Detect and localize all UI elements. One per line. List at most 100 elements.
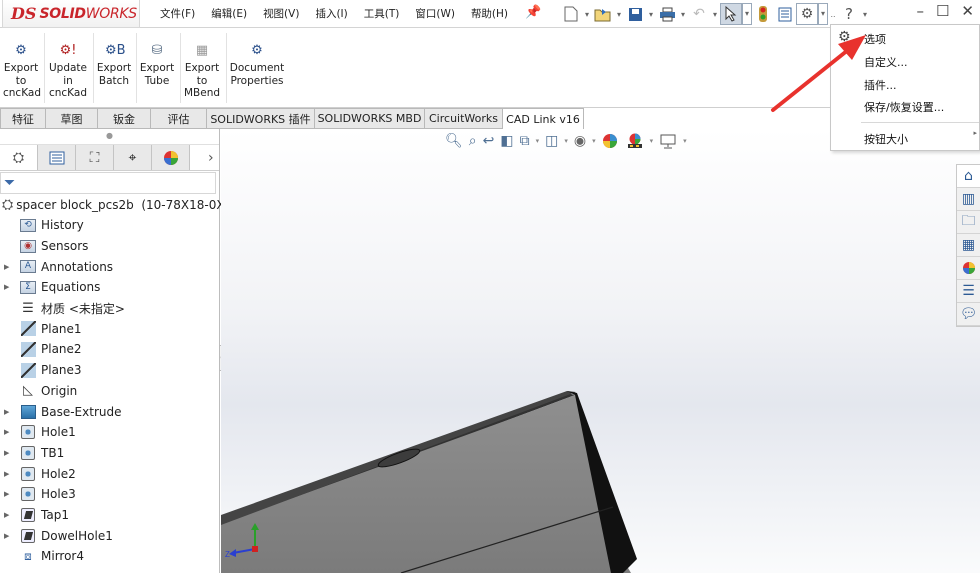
panel-grip[interactable]: ● — [0, 129, 219, 145]
file-properties-icon[interactable] — [774, 3, 796, 25]
solidworks-logo[interactable]: DS SOLIDWORKS — [2, 0, 140, 28]
more-tabs-chevron-icon[interactable]: › — [208, 150, 214, 166]
undo-dropdown[interactable]: ▾ — [710, 10, 720, 19]
tree-item-tb1[interactable]: ▶ TB1 — [0, 443, 219, 464]
tree-item-hole3[interactable]: ▶ Hole3 — [0, 484, 219, 505]
expand-arrow-icon[interactable]: ▶ — [4, 408, 9, 416]
menu-insert[interactable]: 插入(I) — [315, 6, 347, 21]
menu-window[interactable]: 窗口(W) — [415, 6, 455, 21]
tree-item-[interactable]: ☰ 材质 <未指定> — [0, 298, 219, 319]
zoom-to-fit-icon[interactable]: 🔍︎ — [445, 133, 463, 149]
tree-item-tap1[interactable]: ▶ Tap1 — [0, 505, 219, 526]
pin-icon[interactable]: 📌 — [525, 5, 541, 20]
options-gear-icon[interactable]: ⚙ — [796, 3, 818, 25]
tree-item-sensors[interactable]: ◉ Sensors — [0, 236, 219, 257]
display-manager-tab[interactable] — [152, 145, 190, 170]
tree-item-plane3[interactable]: Plane3 — [0, 360, 219, 381]
tree-item-plane1[interactable]: Plane1 — [0, 318, 219, 339]
menu-tools[interactable]: 工具(T) — [364, 6, 400, 21]
tab-sheet-metal[interactable]: 钣金 — [98, 108, 151, 129]
tab-features[interactable]: 特征 — [0, 108, 46, 129]
tree-item-origin[interactable]: ◺ Origin — [0, 381, 219, 402]
undo-icon[interactable]: ↶ — [688, 3, 710, 25]
configuration-manager-tab[interactable]: ⛶ — [76, 145, 114, 170]
display-style-icon[interactable]: ◫ — [545, 133, 558, 149]
edit-appearance-icon[interactable] — [602, 133, 620, 149]
export-to-mbend-button[interactable]: ▦ Export to MBend — [183, 43, 221, 100]
expand-arrow-icon[interactable]: ▶ — [4, 263, 9, 271]
appearances-icon[interactable] — [957, 257, 980, 280]
menu-view[interactable]: 视图(V) — [263, 6, 299, 21]
tree-item-mirror4[interactable]: ⧈ Mirror4 — [0, 546, 219, 567]
tree-item-history[interactable]: ⟲ History — [0, 215, 219, 236]
tree-item-hole2[interactable]: ▶ Hole2 — [0, 463, 219, 484]
overflow-dots[interactable]: .. — [828, 10, 838, 19]
menu-edit[interactable]: 编辑(E) — [211, 6, 247, 21]
property-manager-tab[interactable] — [38, 145, 76, 170]
expand-arrow-icon[interactable]: ▶ — [4, 449, 9, 457]
expand-arrow-icon[interactable]: ▶ — [4, 428, 9, 436]
dropdown-arrow[interactable]: ▾ — [650, 137, 654, 145]
menu-help[interactable]: 帮助(H) — [471, 6, 508, 21]
view-palette-icon[interactable]: ▦ — [957, 234, 980, 257]
minimize-button[interactable]: – — [916, 2, 924, 20]
design-library-icon[interactable]: ▥ — [957, 188, 980, 211]
custom-properties-icon[interactable]: ☰ — [957, 280, 980, 303]
dropdown-arrow[interactable]: ▾ — [592, 137, 596, 145]
select-dropdown[interactable]: ▾ — [742, 3, 752, 25]
close-button[interactable]: ✕ — [961, 2, 974, 20]
menu-item-addins[interactable]: 插件... — [864, 77, 897, 93]
tree-root-part[interactable]: ⛭ spacer block_pcs2b (10-78X18-0X3 — [0, 195, 232, 215]
save-dropdown[interactable]: ▾ — [646, 10, 656, 19]
new-document-icon[interactable] — [560, 3, 582, 25]
file-explorer-icon[interactable]: 🗀 — [957, 211, 980, 234]
hide-show-items-icon[interactable]: ◉ — [574, 133, 586, 149]
save-icon[interactable] — [624, 3, 646, 25]
maximize-button[interactable]: ☐ — [936, 2, 949, 20]
menu-file[interactable]: 文件(F) — [160, 6, 195, 21]
export-batch-button[interactable]: ⚙B Export Batch — [96, 43, 132, 87]
menu-item-customize[interactable]: 自定义... — [864, 54, 908, 70]
export-tube-button[interactable]: ⛁ Export Tube — [139, 43, 175, 87]
open-folder-icon[interactable] — [592, 3, 614, 25]
tab-sketch[interactable]: 草图 — [46, 108, 98, 129]
new-dropdown[interactable]: ▾ — [582, 10, 592, 19]
dropdown-arrow[interactable]: ▾ — [564, 137, 568, 145]
expand-arrow-icon[interactable]: ▶ — [4, 470, 9, 478]
options-dropdown[interactable]: ▾ — [818, 3, 828, 25]
expand-arrow-icon[interactable]: ▶ — [4, 490, 9, 498]
feature-manager-tab[interactable]: ⛭ — [0, 145, 38, 170]
tree-filter[interactable]: ⏷ — [0, 172, 216, 194]
home-icon[interactable]: ⌂ — [957, 165, 980, 188]
tree-item-base-extrude[interactable]: ▶ Base-Extrude — [0, 401, 219, 422]
apply-scene-icon[interactable] — [626, 133, 644, 149]
rebuild-traffic-light-icon[interactable] — [752, 3, 774, 25]
tab-cad-link[interactable]: CAD Link v16 — [503, 108, 584, 129]
view-settings-icon[interactable] — [659, 133, 677, 149]
tab-evaluate[interactable]: 评估 — [151, 108, 207, 129]
expand-arrow-icon[interactable]: ▶ — [4, 511, 9, 519]
tab-solidworks-mbd[interactable]: SOLIDWORKS MBD — [315, 108, 425, 129]
open-dropdown[interactable]: ▾ — [614, 10, 624, 19]
tree-item-annotations[interactable]: ▶ A Annotations — [0, 256, 219, 277]
print-dropdown[interactable]: ▾ — [678, 10, 688, 19]
tab-solidworks-addins[interactable]: SOLIDWORKS 插件 — [207, 108, 315, 129]
print-icon[interactable] — [656, 3, 678, 25]
forum-icon[interactable]: 💬︎ — [957, 303, 980, 326]
expand-arrow-icon[interactable]: ▶ — [4, 532, 9, 540]
dropdown-arrow[interactable]: ▾ — [536, 137, 540, 145]
zoom-to-area-icon[interactable]: ⌕ — [469, 133, 477, 149]
update-in-cnckad-button[interactable]: ⚙! Update in cncKad — [48, 43, 88, 100]
tab-circuitworks[interactable]: CircuitWorks — [425, 108, 503, 129]
dimxpert-tab[interactable]: ⌖ — [114, 145, 152, 170]
tree-item-plane2[interactable]: Plane2 — [0, 339, 219, 360]
expand-arrow-icon[interactable]: ▶ — [4, 283, 9, 291]
menu-item-options[interactable]: 选项 — [864, 31, 886, 47]
export-to-cnckad-button[interactable]: ⚙ Export to cncKad — [3, 43, 41, 100]
menu-item-save-restore-settings[interactable]: 保存/恢复设置... — [864, 99, 944, 115]
document-properties-button[interactable]: ⚙ Document Properties — [229, 43, 285, 87]
tree-item-hole1[interactable]: ▶ Hole1 — [0, 422, 219, 443]
view-orientation-icon[interactable]: ⧉ — [520, 133, 530, 149]
section-view-icon[interactable]: ◧ — [500, 133, 513, 149]
select-cursor-icon[interactable] — [720, 3, 742, 25]
